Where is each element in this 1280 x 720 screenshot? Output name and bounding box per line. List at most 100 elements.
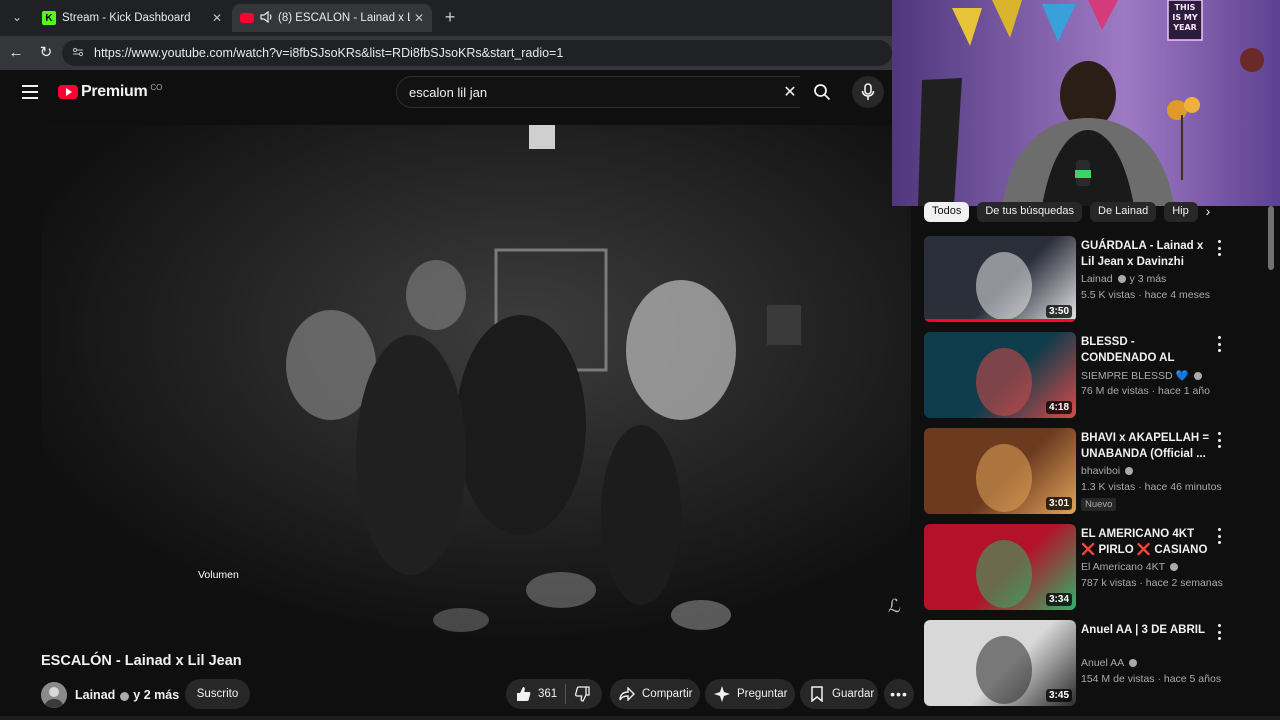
channel-collaborators[interactable]: y 2 más — [133, 688, 179, 702]
tab-youtube-video[interactable]: (8) ESCALÓN - Lainad x Lil Jean ✕ — [232, 4, 432, 32]
voice-search-button[interactable] — [852, 76, 884, 108]
svg-text:THIS: THIS — [1175, 3, 1196, 12]
recommendation-title[interactable]: GUÁRDALA - Lainad x Lil Jean x Davinzhi … — [1081, 238, 1211, 270]
recommendation-item[interactable]: 4:18 BLESSD - CONDENADO AL ÉXITO II 💙🤑 (V… — [924, 332, 1274, 424]
site-info-icon[interactable] — [72, 46, 86, 61]
recommendation-filter-chips: Todos De tus búsquedas De Lainad Hip — [924, 202, 1206, 222]
sidebar-scrollbar[interactable] — [1268, 206, 1274, 270]
close-tab-icon[interactable]: ✕ — [208, 11, 226, 25]
video-duration: 4:18 — [1045, 401, 1072, 414]
more-vertical-icon[interactable] — [1215, 432, 1223, 448]
recommendation-thumbnail[interactable]: 3:50 — [924, 236, 1076, 322]
share-label: Compartir — [642, 688, 693, 700]
search-icon — [814, 84, 831, 101]
like-icon[interactable] — [514, 685, 532, 703]
save-button[interactable]: Guardar — [800, 679, 878, 709]
recommendation-channel-name[interactable]: Anuel AA — [1081, 657, 1124, 669]
search-button[interactable] — [800, 76, 844, 108]
chip-hip[interactable]: Hip — [1164, 202, 1199, 222]
video-duration: 3:45 — [1045, 689, 1072, 702]
recommendation-item[interactable]: 3:50 GUÁRDALA - Lainad x Lil Jean x Davin… — [924, 236, 1274, 328]
more-horizontal-icon: ••• — [890, 686, 908, 702]
like-separator — [565, 684, 567, 704]
recommendation-meta: 76 M de vistas · hace 1 año — [1081, 385, 1210, 397]
volume-tooltip: Volumen — [198, 569, 239, 581]
video-player[interactable]: Volumen ℒ — [41, 125, 911, 641]
more-vertical-icon[interactable] — [1215, 624, 1223, 640]
search-box[interactable]: escalon lil jan ✕ — [396, 76, 806, 108]
new-badge: Nuevo — [1081, 498, 1117, 511]
recommendation-channel[interactable]: Anuel AA — [1081, 657, 1141, 669]
recommendation-item[interactable]: 3:01 BHAVI x AKAPELLAH = UNABANDA (Offici… — [924, 428, 1274, 520]
address-bar[interactable]: https://www.youtube.com/watch?v=i8fbSJso… — [62, 40, 892, 66]
verified-icon — [120, 691, 130, 701]
more-vertical-icon[interactable] — [1215, 336, 1223, 352]
logo-country-code: CO — [150, 82, 163, 92]
video-duration: 3:01 — [1045, 497, 1072, 510]
speaker-icon[interactable] — [260, 10, 274, 26]
watch-progress-bar — [924, 319, 1076, 322]
recommendation-channel-name[interactable]: El Americano 4KT — [1081, 561, 1165, 573]
youtube-header: Premium CO escalon lil jan ✕ — [0, 70, 892, 116]
webcam-overlay: THIS IS MY YEAR — [892, 0, 1280, 206]
youtube-icon — [240, 13, 254, 23]
channel-owner[interactable]: Lainad y 2 más — [41, 680, 179, 710]
recommendation-thumbnail[interactable]: 3:01 — [924, 428, 1076, 514]
share-icon — [618, 685, 636, 703]
chevron-right-icon[interactable]: › — [1198, 202, 1218, 220]
chip-from-lainad[interactable]: De Lainad — [1090, 202, 1157, 222]
recommendation-channel-suffix[interactable]: y 3 más — [1130, 273, 1167, 285]
recommendation-channel-name[interactable]: SIEMPRE BLESSD 💙 — [1081, 370, 1189, 382]
url-text: https://www.youtube.com/watch?v=i8fbSJso… — [94, 46, 564, 60]
close-tab-icon[interactable]: ✕ — [410, 11, 428, 25]
recommendation-meta: 154 M de vistas · hace 5 años — [1081, 673, 1222, 685]
bookmark-icon — [808, 685, 826, 703]
youtube-logo-icon — [58, 85, 78, 99]
recommendation-thumbnail[interactable]: 3:34 — [924, 524, 1076, 610]
recommendation-channel[interactable]: bhaviboi — [1081, 465, 1137, 477]
back-arrow-icon[interactable]: ← — [6, 43, 26, 63]
verified-icon — [1129, 659, 1138, 667]
recommendation-channel-name[interactable]: Lainad — [1081, 273, 1113, 285]
recommendation-meta: 1.3 K vistas · hace 46 minutos — [1081, 481, 1222, 493]
verified-icon — [1193, 372, 1202, 380]
video-title: ESCALÓN - Lainad x Lil Jean — [41, 653, 242, 669]
recommendation-title[interactable]: Anuel AA | 3 DE ABRIL — [1081, 622, 1211, 638]
search-input[interactable]: escalon lil jan — [397, 85, 775, 100]
more-vertical-icon[interactable] — [1215, 528, 1223, 544]
logo-text: Premium — [81, 83, 148, 100]
subscribed-button[interactable]: Suscrito — [185, 679, 250, 709]
recommendation-channel[interactable]: El Americano 4KT — [1081, 561, 1182, 573]
recommendation-item[interactable]: 3:34 EL AMERICANO 4KT ❌ PIRLO ❌ CASIANO -… — [924, 524, 1274, 616]
youtube-premium-logo[interactable]: Premium CO — [58, 83, 162, 101]
channel-avatar[interactable] — [41, 682, 67, 708]
more-actions-button[interactable]: ••• — [884, 679, 914, 709]
recommendation-channel[interactable]: SIEMPRE BLESSD 💙 — [1081, 369, 1206, 382]
channel-name[interactable]: Lainad — [75, 688, 115, 702]
recommendation-title[interactable]: BHAVI x AKAPELLAH = UNABANDA (Official .… — [1081, 430, 1211, 462]
recommendation-title[interactable]: EL AMERICANO 4KT ❌ PIRLO ❌ CASIANO - ... — [1081, 526, 1211, 558]
dislike-icon[interactable] — [574, 685, 592, 703]
recommendation-thumbnail[interactable]: 4:18 — [924, 332, 1076, 418]
recommendation-title[interactable]: BLESSD - CONDENADO AL ÉXITO II 💙🤑 (VIDEO… — [1081, 334, 1211, 366]
recommendation-channel[interactable]: Lainad y 3 más — [1081, 273, 1166, 285]
ask-button[interactable]: Preguntar — [705, 679, 795, 709]
verified-icon — [1117, 275, 1126, 283]
tab-kick-dashboard[interactable]: K Stream - Kick Dashboard ✕ — [34, 4, 230, 32]
tab-list-chevron-icon[interactable]: ⌄ — [6, 6, 28, 28]
ask-label: Preguntar — [737, 688, 788, 700]
new-tab-plus-icon[interactable]: + — [440, 8, 460, 28]
menu-icon[interactable] — [22, 85, 38, 99]
recommendation-thumbnail[interactable]: 3:45 — [924, 620, 1076, 706]
reload-icon[interactable]: ↻ — [36, 43, 56, 63]
video-frame-image — [41, 125, 911, 641]
kick-icon: K — [42, 11, 56, 25]
recommendation-item[interactable]: 3:45 Anuel AA | 3 DE ABRIL Anuel AA 154 M d… — [924, 620, 1274, 712]
recommendation-channel-name[interactable]: bhaviboi — [1081, 465, 1120, 477]
more-vertical-icon[interactable] — [1215, 240, 1223, 256]
chip-todos[interactable]: Todos — [924, 202, 970, 222]
share-button[interactable]: Compartir — [610, 679, 700, 709]
sparkle-icon — [713, 685, 731, 703]
chip-from-searches[interactable]: De tus búsquedas — [977, 202, 1083, 222]
like-count[interactable]: 361 — [538, 688, 557, 700]
